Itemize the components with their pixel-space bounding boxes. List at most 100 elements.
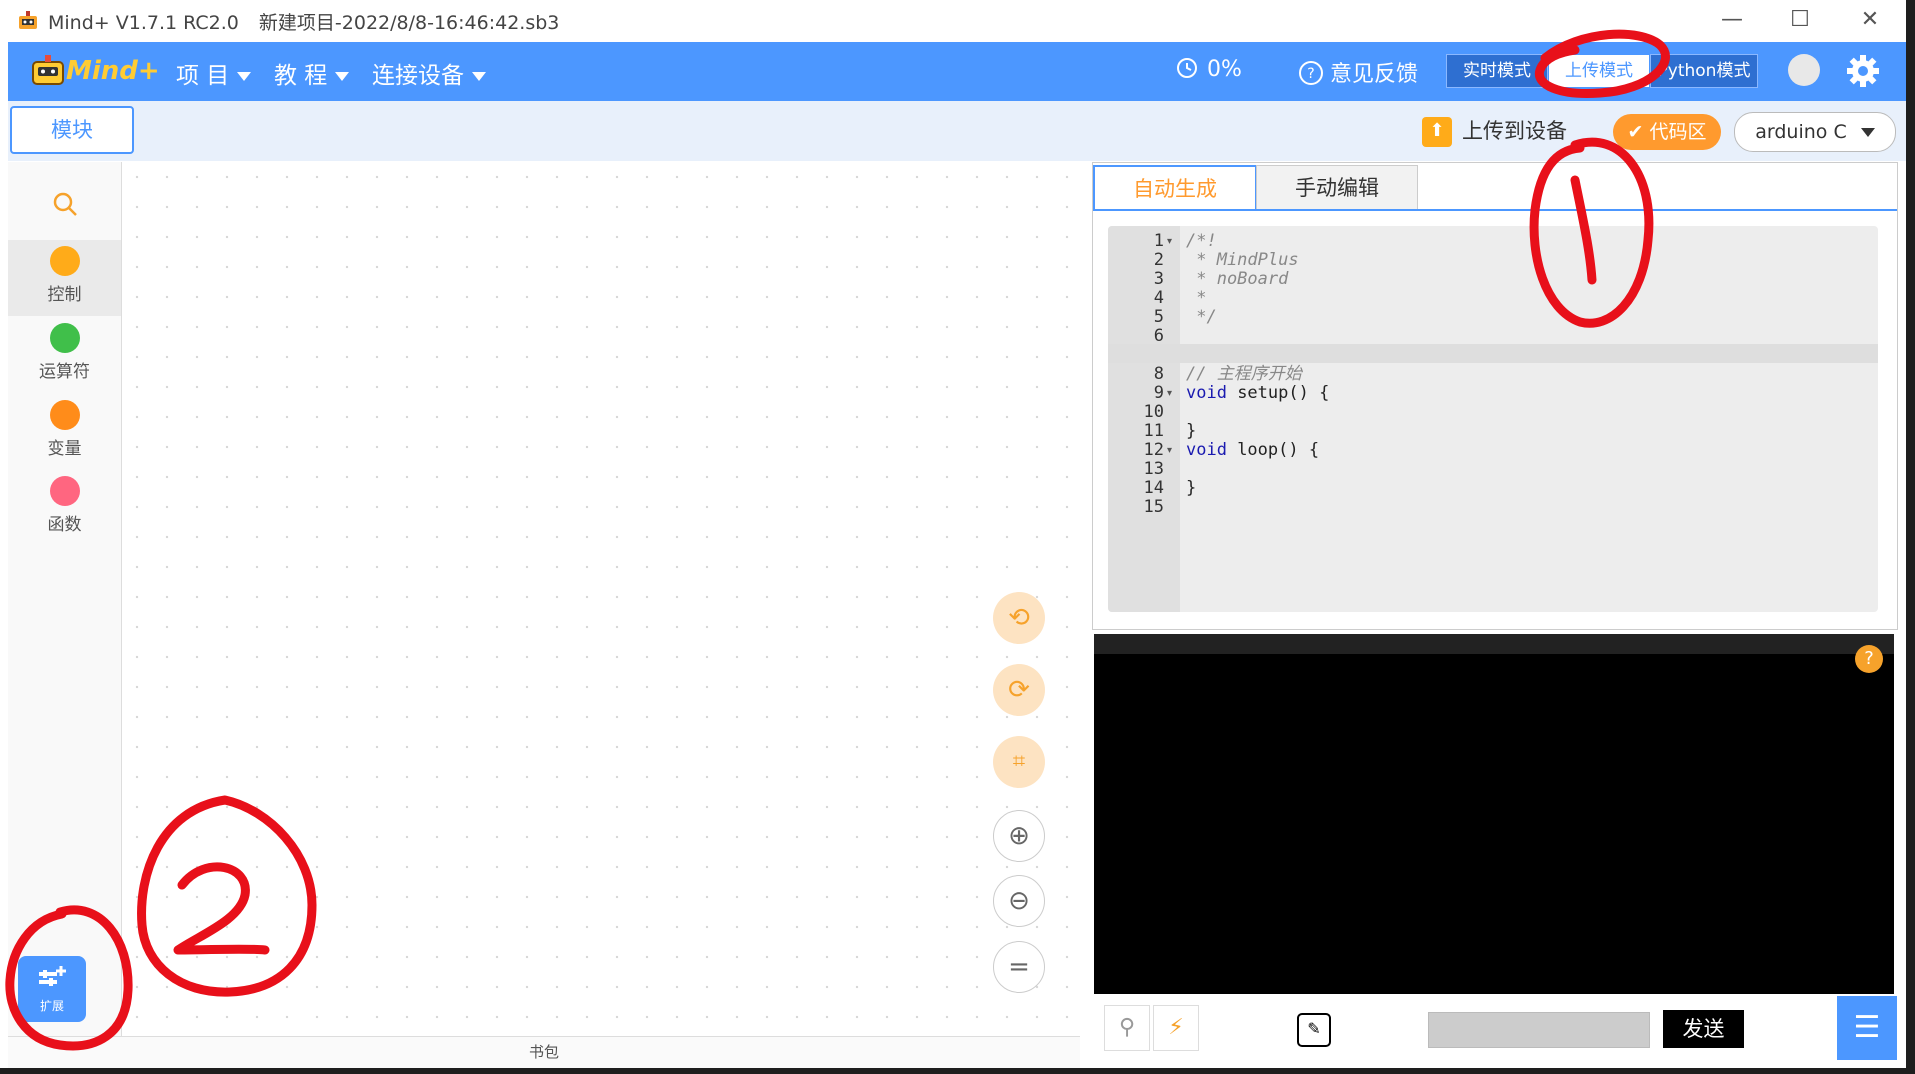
tab-underline (1093, 209, 1897, 211)
chevron-down-icon (335, 72, 350, 81)
tab-auto-generate[interactable]: 自动生成 (1093, 165, 1257, 211)
code-keyword: void (1186, 440, 1238, 460)
menu-project-label: 项 目 (176, 63, 230, 89)
board-select[interactable]: arduino C (1734, 112, 1896, 152)
zoom-reset-button[interactable]: = (993, 941, 1045, 993)
mindplus-logo[interactable]: Mind+ (30, 50, 160, 92)
chevron-down-icon (237, 72, 252, 81)
backpack-bar[interactable]: 书包 (8, 1036, 1080, 1068)
svg-text:?: ? (1307, 66, 1314, 82)
zoom-out-button[interactable]: ⊖ (993, 875, 1045, 927)
redo-icon: ⟳ (1008, 675, 1030, 705)
category-functions[interactable]: 函数 (8, 470, 121, 546)
zoom-in-button[interactable]: ⊕ (993, 810, 1045, 862)
category-label: 函数 (47, 515, 82, 535)
redo-button[interactable]: ⟳ (993, 664, 1045, 716)
search-icon[interactable] (51, 190, 79, 218)
feedback-button[interactable]: ? 意见反馈 (1298, 56, 1418, 88)
category-control[interactable]: 控制 (8, 240, 121, 316)
usb-disconnect-button[interactable]: ⚡ (1153, 1005, 1199, 1051)
code-area-label: 代码区 (1649, 121, 1707, 143)
zoom-in-icon: ⊕ (1008, 821, 1030, 851)
cleanup-button[interactable]: ⌗ (993, 736, 1045, 788)
code-line: void loop() { (1186, 440, 1320, 460)
avatar[interactable] (1788, 54, 1820, 86)
help-button[interactable]: ? (1855, 645, 1883, 673)
title-bar: Mind+ V1.7.1 RC2.0 新建项目-2022/8/8-16:46:4… (0, 0, 1906, 42)
app-window: Mind+ V1.7.1 RC2.0 新建项目-2022/8/8-16:46:4… (0, 0, 1906, 1068)
usb-slash-icon: ⚡ (1168, 1015, 1184, 1040)
zoom-out-icon: ⊖ (1008, 886, 1030, 916)
serial-monitor-header (1094, 634, 1894, 654)
gear-icon[interactable] (1846, 54, 1880, 88)
category-dot-icon (49, 476, 80, 506)
category-sidebar: 控制 运算符 变量 函数 (8, 162, 122, 1036)
app-logo-icon (19, 11, 37, 29)
fold-arrow-icon[interactable]: ▾ (1167, 388, 1172, 399)
minimize-button[interactable]: — (1704, 4, 1760, 36)
code-line: void setup() { (1186, 383, 1330, 403)
usb-connect-button[interactable]: ⚲ (1104, 1005, 1150, 1051)
mode-python[interactable]: Python模式 (1650, 54, 1758, 88)
line-number: 15 (1143, 497, 1164, 517)
usb-icon: ⚲ (1118, 1015, 1136, 1040)
send-button[interactable]: 发送 (1663, 1010, 1744, 1048)
category-variables[interactable]: 变量 (8, 394, 121, 470)
tab-blocks[interactable]: 模块 (10, 106, 134, 154)
list-menu-button[interactable]: ☰ (1837, 996, 1897, 1060)
extension-label: 扩展 (39, 999, 64, 1013)
category-dot-icon (49, 323, 80, 353)
upload-to-device-label: 上传到设备 (1462, 119, 1567, 143)
board-select-value: arduino C (1755, 121, 1847, 143)
fold-arrow-icon[interactable]: ▾ (1167, 445, 1172, 456)
upload-arrow-icon: ⬆ (1422, 117, 1452, 147)
progress-value: 0% (1207, 57, 1242, 82)
history-icon (1177, 58, 1197, 78)
undo-button[interactable]: ⟲ (993, 592, 1045, 644)
extension-icon (39, 966, 66, 986)
mode-upload[interactable]: 上传模式 (1548, 54, 1650, 88)
category-dot-icon (49, 246, 80, 276)
window-title: Mind+ V1.7.1 RC2.0 新建项目-2022/8/8-16:46:4… (48, 8, 573, 35)
fold-arrow-icon[interactable]: ▾ (1167, 236, 1172, 247)
list-icon: ☰ (1853, 1010, 1881, 1045)
code-line: } (1186, 478, 1197, 498)
menu-tutorial[interactable]: 教 程 (274, 56, 350, 90)
mode-realtime[interactable]: 实时模式 (1446, 54, 1548, 88)
category-label: 控制 (47, 285, 82, 305)
code-area-toggle[interactable]: ✔ 代码区 (1613, 114, 1721, 150)
crop-icon: ⌗ (1012, 749, 1026, 774)
extension-button[interactable]: 扩展 (18, 956, 86, 1022)
menu-project[interactable]: 项 目 (176, 56, 252, 90)
current-line-highlight (1108, 344, 1878, 363)
menu-connect-device[interactable]: 连接设备 (372, 56, 486, 90)
maximize-button[interactable]: ☐ (1772, 4, 1828, 36)
logo-text: Mind+ (66, 56, 160, 86)
menu-tutorial-label: 教 程 (274, 63, 328, 89)
code-line: */ (1186, 307, 1217, 327)
serial-input[interactable] (1428, 1012, 1650, 1048)
help-circle-icon: ? (1299, 61, 1323, 85)
project-title: 新建项目-2022/8/8-16:46:42.sb3 (258, 12, 560, 34)
serial-monitor (1094, 634, 1894, 994)
feedback-label: 意见反馈 (1330, 62, 1419, 87)
close-button[interactable]: ✕ (1842, 4, 1898, 36)
progress-indicator[interactable]: 0% (1175, 56, 1242, 82)
code-editor[interactable]: 1▾23456789▾101112▾131415 /*! * MindPlus … (1108, 226, 1878, 612)
upload-to-device-button[interactable]: ⬆ 上传到设备 (1422, 115, 1567, 151)
block-workspace[interactable] (122, 162, 1080, 1032)
chevron-down-icon (472, 72, 486, 81)
app-title: Mind+ V1.7.1 RC2.0 (48, 12, 239, 34)
tab-manual-edit[interactable]: 手动编辑 (1256, 165, 1418, 211)
menu-connect-label: 连接设备 (372, 63, 464, 89)
eraser-icon: ✎ (1307, 1019, 1321, 1038)
check-circle-icon: ✔ (1627, 121, 1644, 143)
clear-output-button[interactable]: ✎ (1297, 1013, 1331, 1047)
category-dot-icon (49, 400, 80, 430)
category-label: 变量 (47, 439, 82, 459)
line-number-gutter: 1▾23456789▾101112▾131415 (1108, 226, 1180, 612)
category-label: 运算符 (39, 362, 90, 382)
category-operators[interactable]: 运算符 (8, 317, 121, 393)
backpack-label: 书包 (528, 1043, 559, 1061)
code-keyword: void (1186, 383, 1238, 403)
